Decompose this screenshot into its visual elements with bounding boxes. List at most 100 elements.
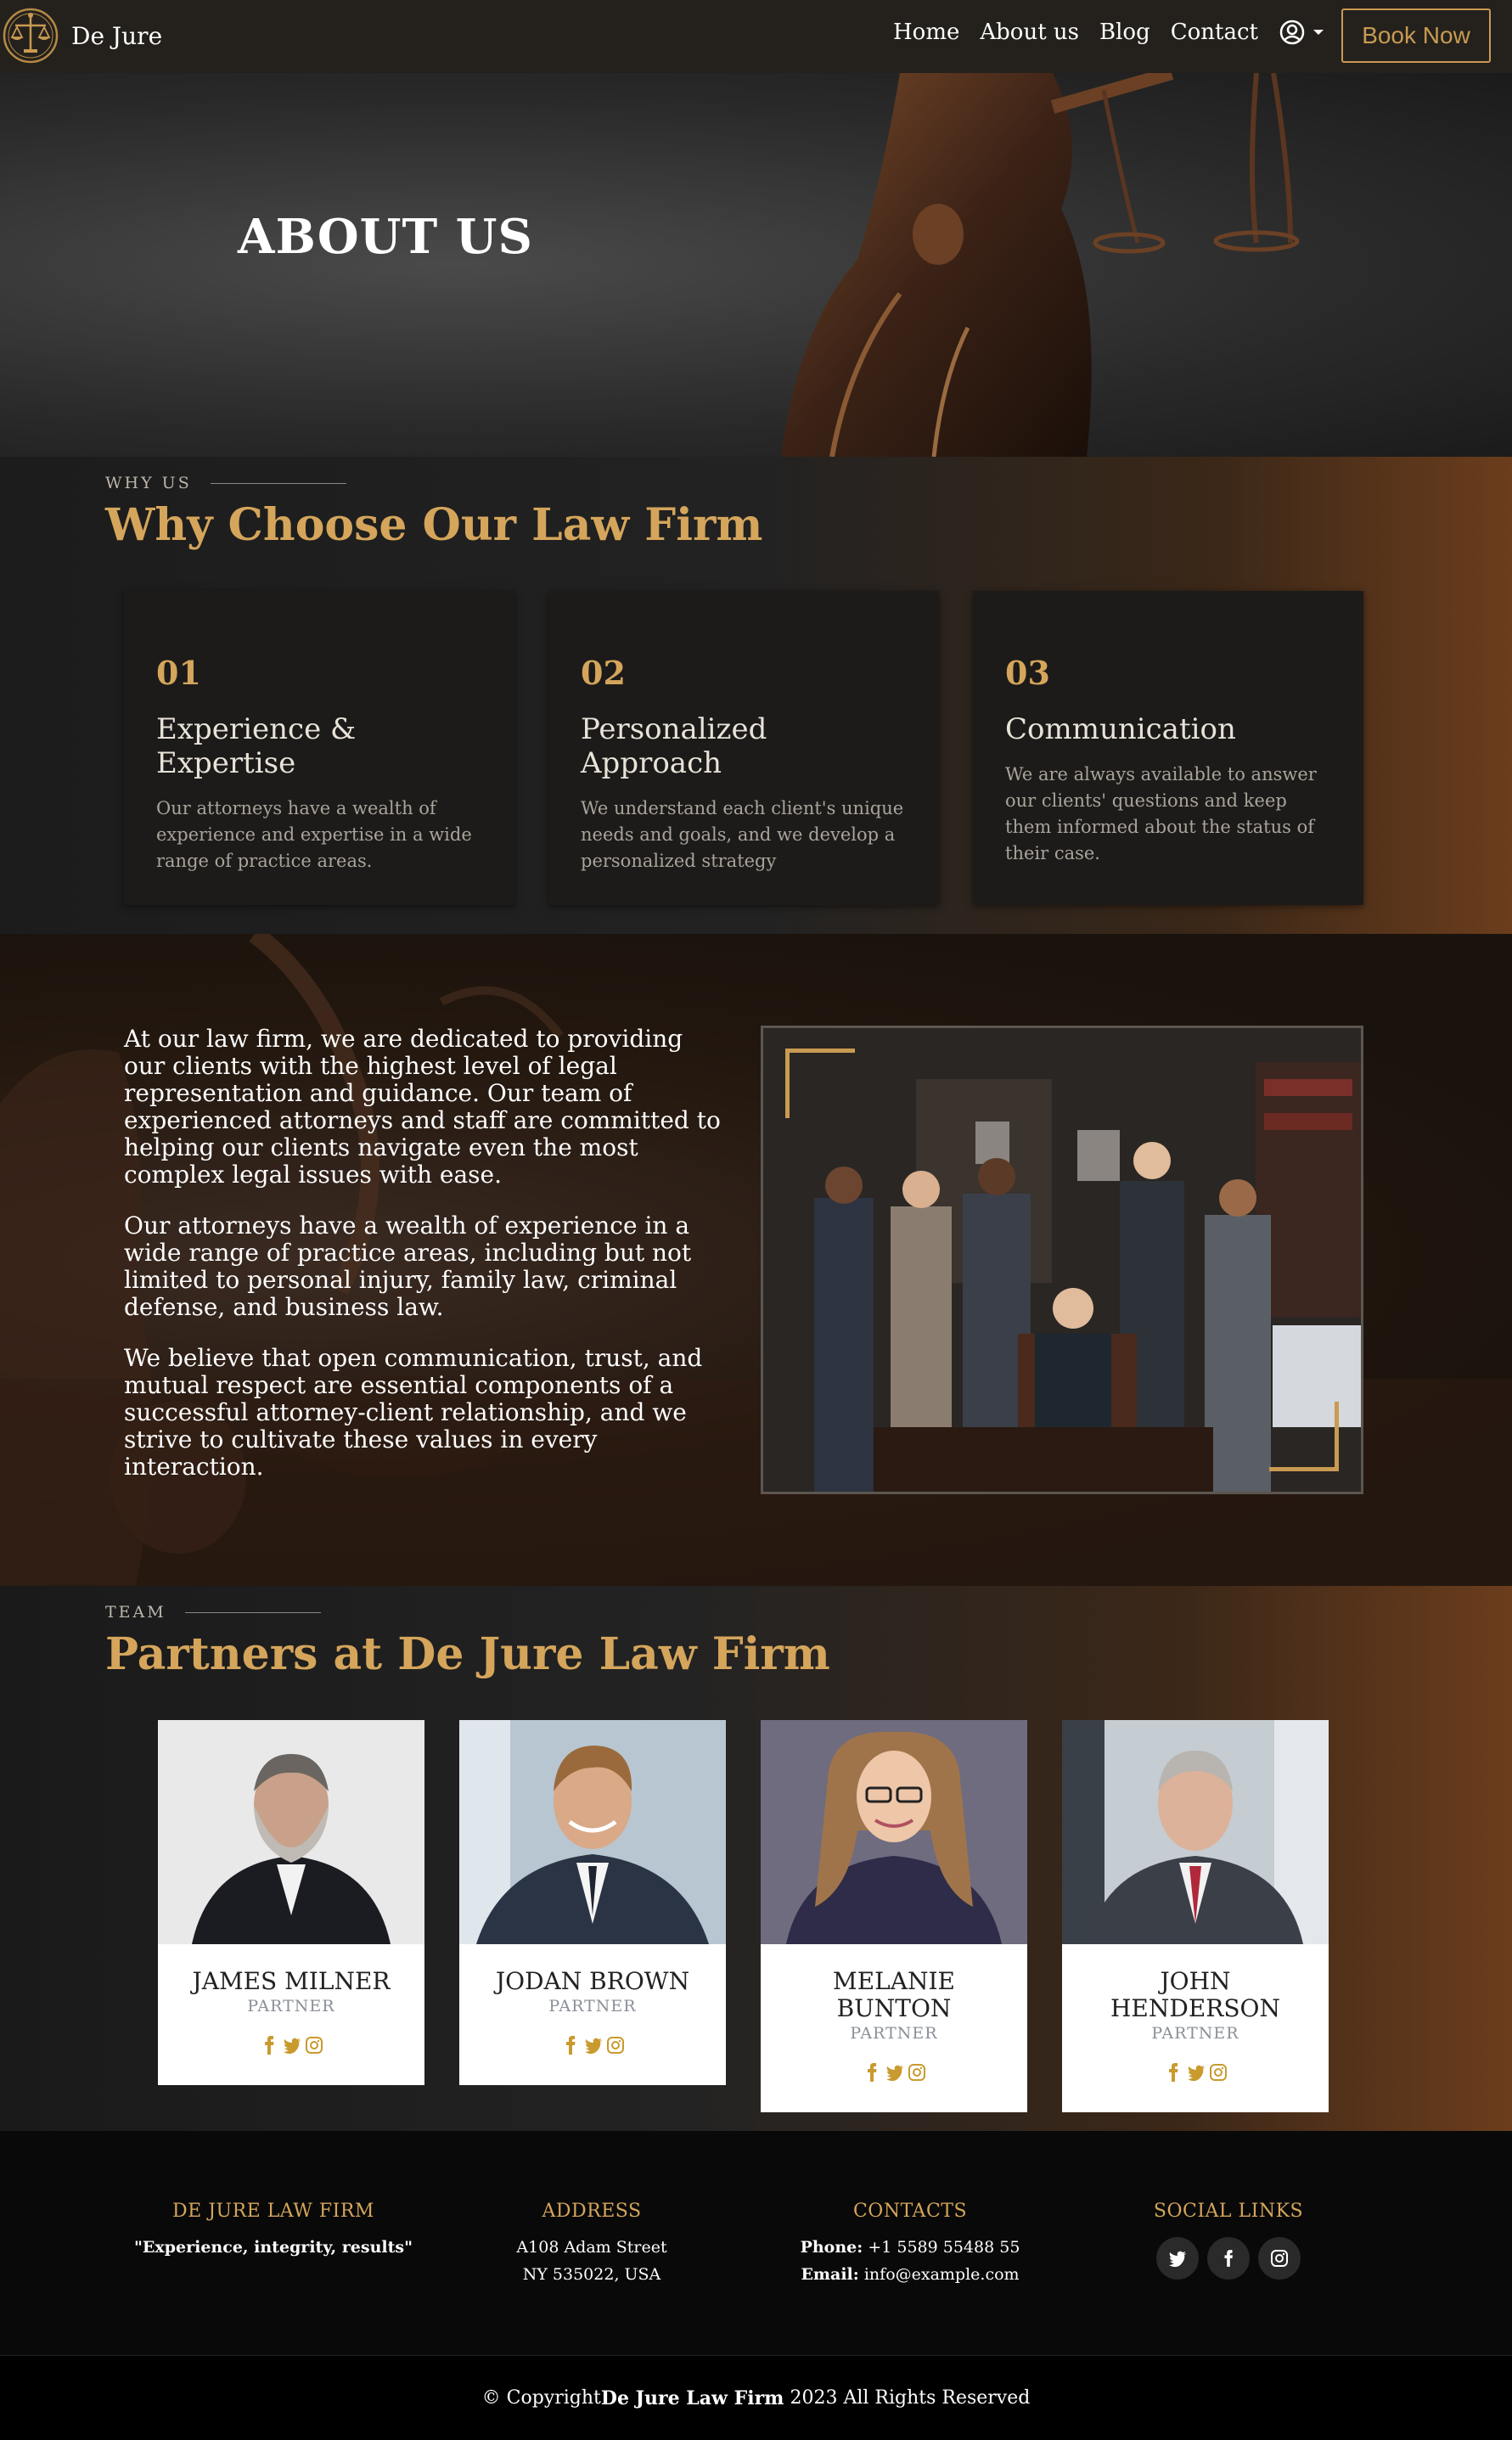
instagram-icon[interactable] — [1209, 2063, 1227, 2082]
nav-blog-link[interactable]: Blog — [1099, 20, 1150, 45]
phone-value[interactable]: +1 5589 55488 55 — [868, 2238, 1020, 2257]
footer-contacts: Phone: +1 5589 55488 55 Email: info@exam… — [766, 2234, 1054, 2288]
card-title: Personalized Approach — [581, 712, 767, 780]
team-member-card: MELANIE BUNTON PARTNER — [761, 1720, 1027, 2112]
instagram-icon[interactable] — [1258, 2237, 1301, 2280]
user-circle-icon — [1279, 20, 1305, 45]
instagram-icon[interactable] — [606, 2036, 624, 2055]
member-name: JAMES MILNER — [192, 1967, 391, 1995]
team-member-card: JOHN HENDERSON PARTNER — [1062, 1720, 1329, 2112]
footer: DE JURE LAW FIRM "Experience, integrity,… — [0, 2131, 1512, 2355]
caret-down-icon — [1312, 30, 1324, 35]
footer-social-heading: SOCIAL LINKS — [1153, 2201, 1304, 2222]
eyebrow-divider — [184, 1611, 321, 1613]
page-title: ABOUT US — [238, 209, 533, 265]
member-socials — [761, 2063, 1027, 2082]
about-paragraph: Our attorneys have a wealth of experienc… — [124, 1212, 692, 1321]
card-number: 03 — [1005, 654, 1050, 692]
member-photo — [1062, 1720, 1329, 1944]
address-line: A108 Adam Street — [516, 2238, 667, 2257]
member-role: PARTNER — [548, 1997, 637, 2016]
nav-about-link[interactable]: About us — [980, 20, 1079, 45]
nav-contact-link[interactable]: Contact — [1171, 20, 1258, 45]
about-section: At our law firm, we are dedicated to pro… — [0, 934, 1512, 1586]
facebook-icon[interactable] — [261, 2036, 278, 2055]
team-group-photo — [761, 1026, 1363, 1494]
facebook-icon[interactable] — [863, 2063, 880, 2082]
frame-corner-accent — [785, 1049, 855, 1118]
why-eyebrow: WHY US — [105, 474, 346, 492]
navbar: De Jure Home About us Blog Contact Book … — [0, 0, 1512, 73]
nav-links: Home About us Blog Contact — [893, 19, 1324, 46]
member-photo-image — [761, 1720, 1027, 1944]
phone-label: Phone: — [800, 2238, 863, 2257]
brand-name: De Jure — [71, 21, 163, 50]
copyright-prefix: © Copyright — [481, 2387, 601, 2409]
facebook-icon[interactable] — [1165, 2063, 1182, 2082]
about-paragraph: We believe that open communication, trus… — [124, 1344, 703, 1481]
team-member-card: JODAN BROWN PARTNER — [459, 1720, 726, 2085]
instagram-icon[interactable] — [305, 2036, 323, 2055]
facebook-icon[interactable] — [562, 2036, 579, 2055]
feature-card: 02 Personalized Approach We understand e… — [548, 591, 939, 905]
footer-address-column: ADDRESS A108 Adam Street NY 535022, USA — [447, 2201, 736, 2288]
card-description: We are always available to answer our cl… — [1005, 764, 1317, 863]
member-role: PARTNER — [850, 2024, 938, 2043]
member-photo — [761, 1720, 1027, 1944]
facebook-icon[interactable] — [1207, 2237, 1250, 2280]
brand-link[interactable]: De Jure — [2, 5, 162, 66]
scales-logo-icon — [3, 8, 59, 64]
footer-address-heading: ADDRESS — [542, 2201, 642, 2222]
member-socials — [459, 2036, 726, 2055]
footer-firm-column: DE JURE LAW FIRM "Experience, integrity,… — [129, 2201, 418, 2261]
footer-tagline: "Experience, integrity, results" — [134, 2238, 413, 2257]
card-number: 02 — [581, 654, 626, 692]
about-paragraph: At our law firm, we are dedicated to pro… — [124, 1025, 721, 1189]
member-name: JOHN HENDERSON — [1110, 1967, 1280, 2022]
member-photo-image — [459, 1720, 726, 1944]
email-line: Email: info@example.com — [766, 2261, 1054, 2288]
card-title: Communication — [1005, 712, 1236, 746]
phone-line: Phone: +1 5589 55488 55 — [766, 2234, 1054, 2261]
member-name: JODAN BROWN — [495, 1967, 690, 1995]
instagram-icon[interactable] — [908, 2063, 925, 2082]
hero-banner: ABOUT US — [0, 73, 1512, 457]
member-photo-image — [1062, 1720, 1329, 1944]
user-menu-toggle[interactable] — [1279, 19, 1324, 46]
nav-home-link[interactable]: Home — [893, 20, 959, 45]
email-value[interactable]: info@example.com — [864, 2265, 1020, 2284]
member-role: PARTNER — [1151, 2024, 1239, 2043]
twitter-icon[interactable] — [1187, 2063, 1205, 2082]
about-text: At our law firm, we are dedicated to pro… — [124, 1026, 727, 1504]
footer-contacts-column: CONTACTS Phone: +1 5589 55488 55 Email: … — [766, 2201, 1054, 2288]
copyright-suffix: 2023 All Rights Reserved — [784, 2387, 1031, 2409]
feature-card: 03 Communication We are always available… — [973, 591, 1363, 905]
member-socials — [158, 2036, 424, 2055]
footer-social-links — [1084, 2237, 1373, 2280]
team-title: Partners at De Jure Law Firm — [105, 1628, 830, 1680]
email-label: Email: — [801, 2265, 859, 2284]
why-eyebrow-label: WHY US — [105, 474, 192, 492]
address-line: NY 535022, USA — [522, 2265, 661, 2284]
card-description: We understand each client's unique needs… — [581, 798, 904, 871]
twitter-icon[interactable] — [584, 2036, 602, 2055]
team-eyebrow: TEAM — [105, 1603, 321, 1622]
frame-corner-accent — [1269, 1402, 1339, 1471]
lady-justice-statue-image — [781, 73, 1300, 457]
member-photo — [459, 1720, 726, 1944]
twitter-icon[interactable] — [1156, 2237, 1199, 2280]
team-member-card: JAMES MILNER PARTNER — [158, 1720, 424, 2085]
eyebrow-divider — [210, 482, 346, 484]
card-number: 01 — [156, 654, 201, 692]
copyright-bar: © Copyright De Jure Law Firm 2023 All Rig… — [0, 2355, 1512, 2440]
twitter-icon[interactable] — [885, 2063, 903, 2082]
member-name: MELANIE BUNTON — [833, 1967, 955, 2022]
member-socials — [1062, 2063, 1329, 2082]
footer-contacts-heading: CONTACTS — [852, 2201, 968, 2222]
why-title: Why Choose Our Law Firm — [105, 499, 763, 551]
card-title: Experience & Expertise — [156, 712, 357, 780]
twitter-icon[interactable] — [283, 2036, 301, 2055]
footer-firm-heading: DE JURE LAW FIRM — [172, 2201, 374, 2222]
footer-address: A108 Adam Street NY 535022, USA — [447, 2234, 736, 2288]
book-now-button[interactable]: Book Now — [1341, 8, 1491, 63]
